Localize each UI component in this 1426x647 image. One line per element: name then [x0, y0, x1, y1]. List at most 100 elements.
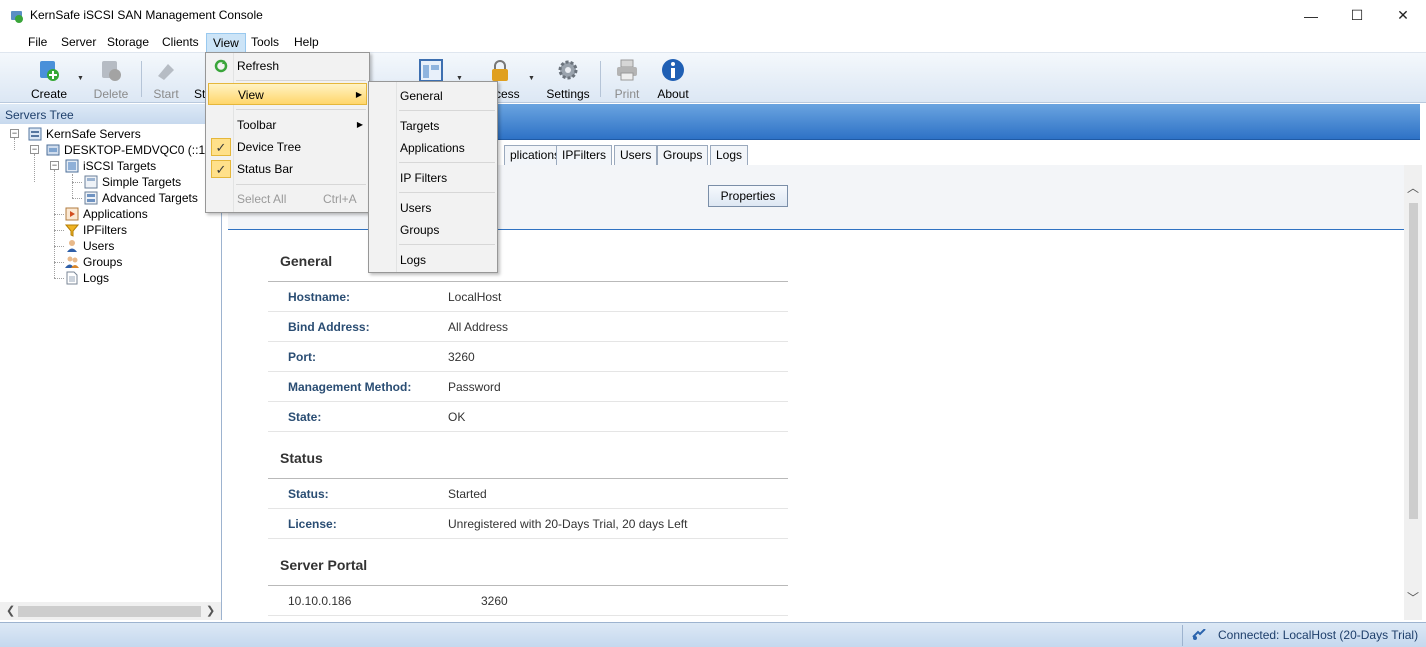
create-button[interactable]: Create — [21, 56, 77, 102]
app-icon — [11, 11, 23, 23]
connection-status: Connected: LocalHost (20-Days Trial) — [1182, 625, 1422, 646]
minimize-button[interactable]: — — [1288, 0, 1334, 31]
tab-groups[interactable]: Groups — [657, 145, 709, 165]
menu-item-label: Device Tree — [237, 140, 302, 154]
row-value: 3260 — [448, 350, 475, 364]
tab-logs[interactable]: Logs — [710, 145, 749, 165]
close-button[interactable]: ✕ — [1380, 0, 1426, 31]
tree-label: DESKTOP-EMDVQC0 (::1:32 — [64, 143, 222, 157]
collapse-toggle-icon[interactable]: − — [30, 145, 39, 154]
user-icon — [67, 240, 77, 252]
submenu-item-users[interactable]: Users — [371, 197, 495, 219]
tab-ipfilters[interactable]: IPFilters — [556, 145, 613, 165]
menu-item-label: Applications — [400, 141, 465, 155]
delete-label: Delete — [93, 87, 129, 101]
settings-label: Settings — [546, 87, 590, 101]
submenu-item-ip-filters[interactable]: IP Filters — [371, 167, 495, 189]
stop-label[interactable]: St — [194, 87, 205, 101]
tree-label: Groups — [83, 255, 123, 269]
menu-item-label: View — [238, 88, 264, 102]
menu-separator — [236, 80, 366, 81]
menu-item-status-bar[interactable]: ✓ Status Bar — [208, 158, 367, 180]
menu-item-label: Groups — [400, 223, 440, 237]
properties-button[interactable]: Properties — [708, 185, 788, 207]
row-value: Unregistered with 20-Days Trial, 20 days… — [448, 517, 688, 531]
servers-icon — [28, 127, 42, 141]
submenu-item-targets[interactable]: Targets — [371, 115, 495, 137]
row-key: Hostname: — [288, 290, 351, 304]
tree-label: Advanced Targets — [102, 191, 198, 205]
settings-button[interactable]: Settings — [540, 56, 596, 102]
start-button[interactable]: Start — [138, 56, 194, 102]
scroll-left-icon[interactable]: ❮ — [6, 604, 15, 617]
collapse-toggle-icon[interactable]: − — [10, 129, 19, 138]
tree-label: iSCSI Targets — [83, 159, 157, 173]
scroll-down-icon[interactable]: ﹀ — [1407, 589, 1419, 606]
tree-connector — [54, 278, 64, 279]
menu-separator — [399, 110, 495, 111]
view-menu-dropdown: Refresh View ▶ Toolbar ▶ ✓ Device Tree ✓… — [205, 52, 370, 213]
menu-separator — [236, 184, 366, 185]
menu-help[interactable]: Help — [288, 33, 325, 53]
submenu-item-logs[interactable]: Logs — [371, 249, 495, 271]
scrollbar-thumb[interactable] — [18, 606, 201, 617]
refresh-icon — [214, 59, 228, 73]
menu-file[interactable]: File — [22, 33, 53, 53]
menu-clients[interactable]: Clients — [156, 33, 205, 53]
portal-address: 10.10.0.186 — [288, 594, 352, 608]
printer-icon — [617, 59, 637, 81]
menu-item-device-tree[interactable]: ✓ Device Tree — [208, 136, 367, 158]
submenu-arrow-icon: ▶ — [355, 90, 362, 99]
tree-connector — [72, 198, 82, 199]
section-title-status: Status — [280, 450, 323, 466]
tree-connector — [14, 138, 15, 150]
row-value: All Address — [448, 320, 509, 334]
view-submenu-dropdown: General Targets Applications IP Filters … — [368, 81, 498, 273]
menu-storage[interactable]: Storage — [101, 33, 155, 53]
table-row: License: Unregistered with 20-Days Trial… — [268, 509, 788, 539]
menu-item-refresh[interactable]: Refresh — [208, 55, 367, 77]
menu-item-select-all[interactable]: Select All Ctrl+A — [208, 188, 367, 210]
scroll-right-icon[interactable]: ❯ — [206, 604, 215, 617]
create-icon — [40, 61, 59, 81]
view-icon[interactable] — [419, 59, 445, 83]
table-row: 10.10.0.186 3260 — [268, 586, 788, 616]
menu-server[interactable]: Server — [55, 33, 102, 53]
menu-view[interactable]: View — [206, 33, 246, 53]
row-key: State: — [288, 410, 322, 424]
start-icon — [158, 64, 174, 80]
menu-item-toolbar[interactable]: Toolbar ▶ — [208, 114, 367, 136]
tree-connector — [54, 230, 64, 231]
menu-item-label: Logs — [400, 253, 427, 267]
maximize-button[interactable]: ☐ — [1334, 0, 1380, 31]
table-row: Status: Started — [268, 479, 788, 509]
access-icon[interactable] — [488, 59, 512, 83]
about-button[interactable]: About — [645, 56, 701, 102]
scroll-up-icon[interactable]: ︿ — [1407, 179, 1419, 196]
collapse-toggle-icon[interactable]: − — [50, 161, 59, 170]
tree-connector — [54, 214, 64, 215]
tree-horizontal-scrollbar[interactable]: ❮ ❯ — [0, 602, 222, 620]
group-icon — [65, 256, 79, 268]
menu-item-view[interactable]: View ▶ — [208, 83, 367, 105]
check-icon: ✓ — [211, 138, 231, 156]
menu-item-label: Targets — [400, 119, 440, 133]
access-dropdown-arrow-icon[interactable]: ▼ — [528, 75, 535, 82]
submenu-item-applications[interactable]: Applications — [371, 137, 495, 159]
table-row: Bind Address: All Address — [268, 312, 788, 342]
menu-item-label: Status Bar — [237, 162, 294, 176]
submenu-arrow-icon: ▶ — [356, 120, 363, 129]
menu-tools[interactable]: Tools — [245, 33, 285, 53]
log-document-icon — [66, 271, 78, 285]
menu-separator — [399, 192, 495, 193]
tab-users[interactable]: Users — [614, 145, 658, 165]
row-value: Started — [448, 487, 487, 501]
content-vertical-scrollbar[interactable]: ︿ ﹀ — [1404, 165, 1422, 620]
submenu-item-general[interactable]: General — [371, 85, 495, 107]
delete-button[interactable]: Delete — [83, 56, 139, 102]
menu-item-label: Select All — [237, 192, 287, 206]
submenu-item-groups[interactable]: Groups — [371, 219, 495, 241]
table-row: Port: 3260 — [268, 342, 788, 372]
scrollbar-thumb[interactable] — [1409, 203, 1418, 519]
access-label[interactable]: cess — [495, 87, 520, 101]
